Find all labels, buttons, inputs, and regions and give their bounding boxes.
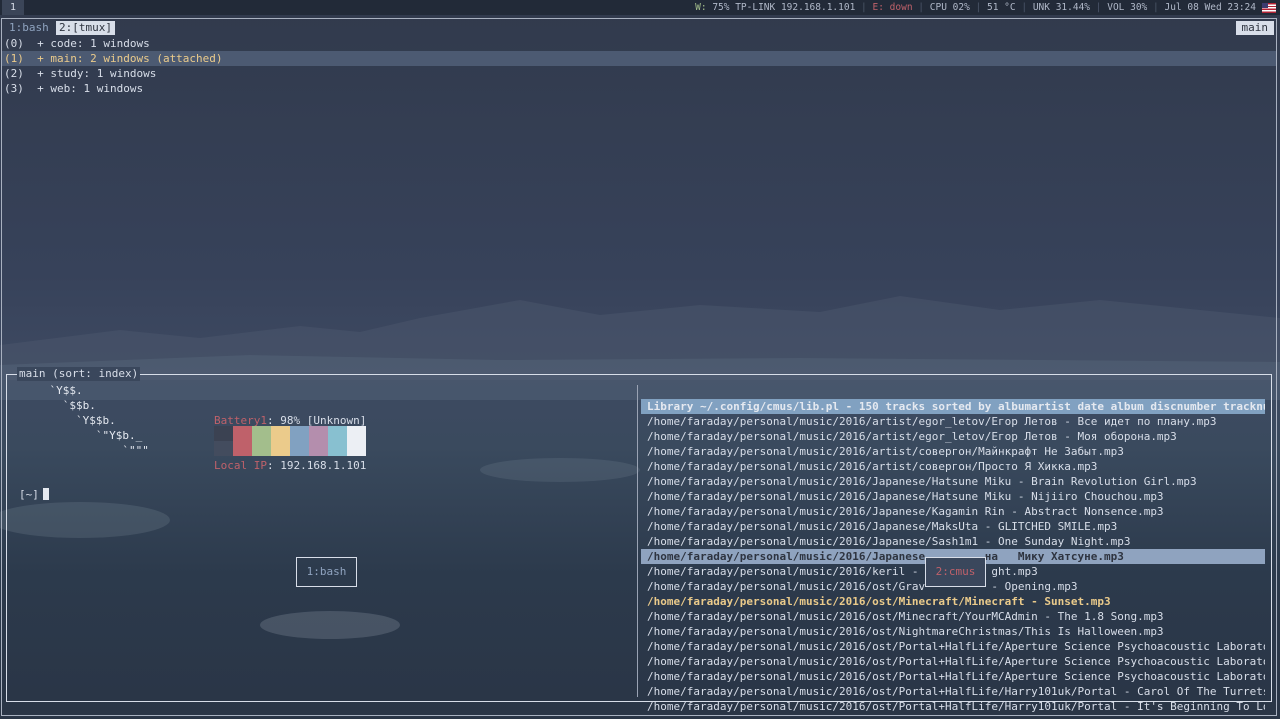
track-row[interactable]: /home/faraday/personal/music/2016/artist… (641, 444, 1265, 459)
session-preview-frame: main (sort: index) `Y$$. `$$b. `Y$$b. `"… (6, 367, 1272, 713)
track-row[interactable]: /home/faraday/personal/music/2016/Japane… (641, 474, 1265, 489)
workspace-button[interactable]: 1 (2, 0, 24, 15)
status-line: W: 75% TP-LINK 192.168.1.101 | E: down |… (695, 2, 1256, 13)
terminal-window[interactable]: 1:bash 2:[tmux] main (0) + code: 1 windo… (1, 18, 1277, 716)
wifi-status: 75% TP-LINK 192.168.1.101 (712, 2, 856, 13)
color-swatch (252, 426, 271, 456)
track-row-playing[interactable]: /home/faraday/personal/music/2016/ost/Mi… (641, 594, 1265, 609)
tab-bash[interactable]: 1:bash (6, 21, 52, 35)
temp-status: 51 °C (987, 2, 1016, 13)
track-row[interactable]: /home/faraday/personal/music/2016/ost/Po… (641, 654, 1265, 669)
volume-status: VOL 30% (1107, 2, 1148, 13)
ascii-logo: `Y$$. `$$b. `Y$$b. `"Y$b._ `""" (23, 384, 149, 457)
cpu-status: CPU 02% (929, 2, 970, 13)
track-row[interactable]: /home/faraday/personal/music/2016/artist… (641, 459, 1265, 474)
track-row[interactable]: /home/faraday/personal/music/2016/ost/Po… (641, 699, 1265, 714)
i3-status-bar: 1 W: 75% TP-LINK 192.168.1.101 | E: down… (0, 0, 1280, 15)
session-item-web[interactable]: (3) + web: 1 windows (2, 81, 1276, 96)
cmus-header: Library ~/.config/cmus/lib.pl - 150 trac… (641, 399, 1265, 414)
session-item-main[interactable]: (1) + main: 2 windows (attached) (2, 51, 1276, 66)
color-swatch (290, 426, 309, 456)
pane-divider (637, 385, 638, 697)
track-row[interactable]: /home/faraday/personal/music/2016/Japane… (641, 519, 1265, 534)
unk-status: UNK 31.44% (1032, 2, 1091, 13)
session-item-code[interactable]: (0) + code: 1 windows (2, 36, 1276, 51)
track-row[interactable]: /home/faraday/personal/music/2016/artist… (641, 414, 1265, 429)
tmux-tab-bar: 1:bash 2:[tmux] main (2, 19, 1276, 35)
color-swatch (309, 426, 328, 456)
color-swatch-black (214, 426, 233, 456)
datetime-status: Jul 08 Wed 23:24 (1164, 2, 1256, 13)
track-row[interactable]: /home/faraday/personal/music/2016/Japane… (641, 504, 1265, 519)
session-list: (0) + code: 1 windows (1) + main: 2 wind… (2, 36, 1276, 96)
wifi-label: W: (695, 2, 707, 13)
color-swatch (233, 426, 252, 456)
color-swatch (271, 426, 290, 456)
ip-value: : 192.168.1.101 (266, 459, 367, 472)
track-row[interactable]: /home/faraday/personal/music/2016/Japane… (641, 534, 1265, 549)
color-swatch (328, 426, 347, 456)
pane-label-cmus[interactable]: 2:cmus (925, 557, 986, 587)
track-row[interactable]: /home/faraday/personal/music/2016/ost/Mi… (641, 609, 1265, 624)
track-row[interactable]: /home/faraday/personal/music/2016/ost/Po… (641, 669, 1265, 684)
track-row[interactable]: /home/faraday/personal/music/2016/artist… (641, 429, 1265, 444)
session-item-study[interactable]: (2) + study: 1 windows (2, 66, 1276, 81)
color-palette (214, 426, 366, 456)
track-row[interactable]: /home/faraday/personal/music/2016/ost/Po… (641, 639, 1265, 654)
shell-prompt[interactable]: [~] (19, 487, 49, 502)
color-swatch (347, 426, 366, 456)
preview-title: main (sort: index) (17, 367, 141, 381)
tab-tmux[interactable]: 2:[tmux] (56, 21, 115, 35)
us-flag-icon[interactable] (1262, 3, 1276, 13)
track-row[interactable]: /home/faraday/personal/music/2016/ost/Po… (641, 684, 1265, 699)
track-row[interactable]: /home/faraday/personal/music/2016/ost/Ni… (641, 624, 1265, 639)
ip-label: Local IP (214, 459, 267, 472)
pane-label-bash[interactable]: 1:bash (296, 557, 357, 587)
ethernet-status: E: down (872, 2, 913, 13)
track-row[interactable]: /home/faraday/personal/music/2016/Japane… (641, 489, 1265, 504)
text-cursor (42, 488, 49, 500)
session-name-badge: main (1235, 21, 1274, 35)
